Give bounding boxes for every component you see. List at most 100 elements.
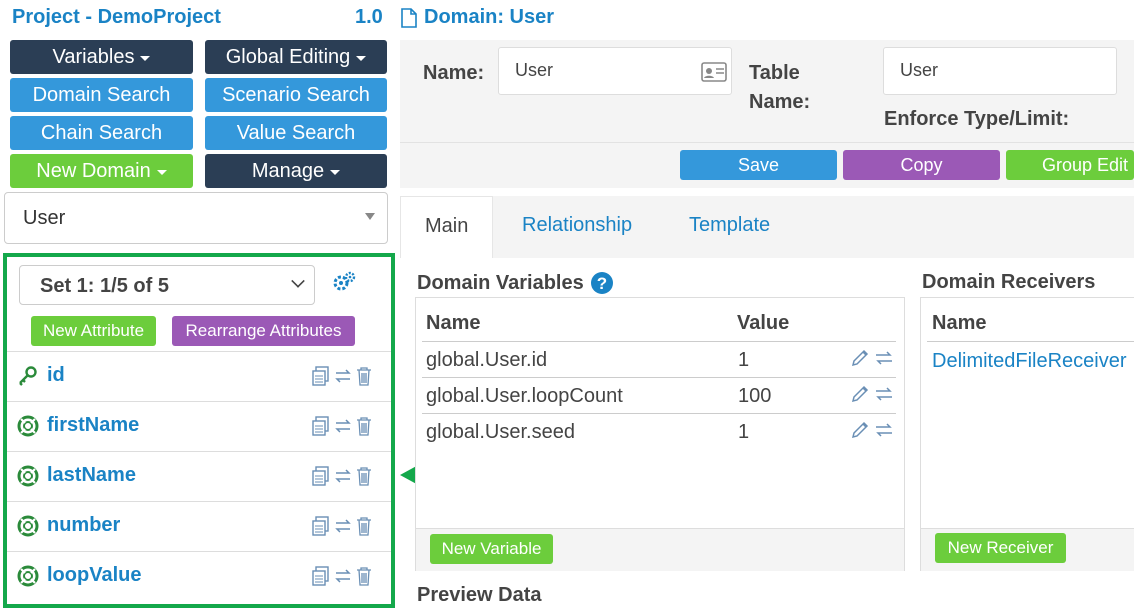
domain-search-button[interactable]: Domain Search: [10, 78, 193, 112]
manage-dropdown-button[interactable]: Manage: [205, 154, 387, 188]
variable-name: global.User.id: [426, 349, 548, 371]
lifebuoy-icon: [17, 465, 39, 487]
col-value-header: Value: [737, 312, 790, 334]
attribute-row-id[interactable]: id: [7, 351, 391, 401]
select-arrow-icon: [365, 213, 375, 220]
caret-down-icon: [356, 56, 367, 61]
pencil-icon[interactable]: [850, 420, 870, 440]
pencil-icon[interactable]: [850, 348, 870, 368]
copy-button[interactable]: Copy: [843, 150, 1000, 180]
attribute-actions: [312, 466, 372, 486]
attribute-name[interactable]: lastName: [47, 464, 136, 487]
swap-icon[interactable]: [334, 366, 352, 386]
attribute-actions: [312, 516, 372, 536]
attribute-name[interactable]: loopValue: [47, 564, 141, 587]
swap-icon[interactable]: [334, 566, 352, 586]
variables-dropdown-button[interactable]: Variables: [10, 40, 193, 74]
preview-data-title: Preview Data: [417, 584, 542, 606]
receiver-divider: [927, 341, 1134, 342]
new-domain-label: New Domain: [36, 159, 151, 182]
attribute-name[interactable]: firstName: [47, 414, 139, 437]
copy-icon[interactable]: [312, 516, 330, 536]
tab-bar: Main Relationship Template: [400, 196, 1134, 258]
swap-icon[interactable]: [334, 416, 352, 436]
tab-template[interactable]: Template: [689, 214, 770, 237]
project-title: Project - DemoProject: [12, 6, 221, 28]
trash-icon[interactable]: [356, 566, 372, 586]
global-editing-dropdown-button[interactable]: Global Editing: [205, 40, 387, 74]
name-label: Name:: [423, 62, 485, 84]
new-receiver-button[interactable]: New Receiver: [935, 533, 1066, 563]
table-row[interactable]: global.User.loopCount 100: [422, 377, 896, 413]
attribute-actions: [312, 416, 372, 436]
id-card-icon[interactable]: [701, 61, 727, 83]
trash-icon[interactable]: [356, 416, 372, 436]
domain-form-panel: Name: User Table Name: User Enforce Type…: [400, 40, 1134, 188]
manage-label: Manage: [251, 159, 325, 182]
swap-icon[interactable]: [334, 466, 352, 486]
attribute-row-number[interactable]: number: [7, 501, 391, 551]
row-actions: [850, 384, 894, 404]
chain-search-button[interactable]: Chain Search: [10, 116, 193, 150]
new-attribute-button[interactable]: New Attribute: [31, 316, 156, 346]
domain-receivers-title: Domain Receivers: [922, 271, 1096, 293]
domain-variables-table: Name Value global.User.id 1 global.User.…: [415, 297, 905, 571]
domain-receivers-table: Name DelimitedFileReceiver New Receiver: [920, 297, 1134, 571]
receiver-col-name-header: Name: [932, 312, 987, 334]
copy-icon[interactable]: [312, 566, 330, 586]
caret-down-icon: [330, 170, 341, 175]
table-name-label: Table Name:: [749, 62, 811, 113]
swap-icon[interactable]: [874, 420, 894, 440]
new-domain-dropdown-button[interactable]: New Domain: [10, 154, 193, 188]
set-select-value: Set 1: 1/5 of 5: [40, 275, 169, 297]
receiver-link[interactable]: DelimitedFileReceiver: [932, 350, 1127, 373]
pencil-icon[interactable]: [850, 384, 870, 404]
name-input[interactable]: User: [498, 47, 732, 95]
copy-icon[interactable]: [312, 366, 330, 386]
variable-name: global.User.loopCount: [426, 385, 623, 407]
value-search-button[interactable]: Value Search: [205, 116, 387, 150]
rearrange-attributes-button[interactable]: Rearrange Attributes: [172, 316, 355, 346]
trash-icon[interactable]: [356, 466, 372, 486]
tab-relationship[interactable]: Relationship: [522, 214, 632, 237]
chevron-down-icon: [291, 274, 305, 288]
gears-icon[interactable]: [332, 271, 356, 298]
domain-select[interactable]: User: [4, 192, 388, 244]
row-actions: [850, 348, 894, 368]
attribute-panel: Set 1: 1/5 of 5 New Attribute Rearrange …: [3, 253, 395, 608]
attribute-actions: [312, 566, 372, 586]
domain-variables-title: Domain Variables: [417, 271, 584, 294]
table-row[interactable]: global.User.id 1: [422, 341, 896, 377]
attribute-row-loopValue[interactable]: loopValue: [7, 551, 391, 601]
copy-icon[interactable]: [312, 416, 330, 436]
tab-main[interactable]: Main: [400, 196, 494, 258]
global-editing-label: Global Editing: [225, 45, 351, 68]
swap-icon[interactable]: [874, 348, 894, 368]
attribute-name[interactable]: number: [47, 514, 120, 537]
save-button[interactable]: Save: [680, 150, 837, 180]
new-variable-button[interactable]: New Variable: [430, 534, 553, 564]
lifebuoy-icon: [17, 565, 39, 587]
copy-icon[interactable]: [312, 466, 330, 486]
variable-name: global.User.seed: [426, 421, 575, 443]
variable-value: 1: [738, 349, 750, 371]
group-edit-button[interactable]: Group Edit: [1006, 150, 1134, 180]
attribute-row-firstName[interactable]: firstName: [7, 401, 391, 451]
domain-title-text: Domain: User: [424, 6, 555, 28]
swap-icon[interactable]: [334, 516, 352, 536]
table-row[interactable]: global.User.seed 1: [422, 413, 896, 449]
attribute-name[interactable]: id: [47, 364, 65, 387]
scenario-search-button[interactable]: Scenario Search: [205, 78, 387, 112]
variable-value: 1: [738, 421, 750, 443]
variables-label: Variables: [52, 45, 135, 68]
attribute-row-lastName[interactable]: lastName: [7, 451, 391, 501]
help-icon[interactable]: ?: [590, 271, 614, 295]
table-name-input[interactable]: User: [883, 47, 1117, 95]
col-name-header: Name: [426, 312, 481, 334]
set-select[interactable]: Set 1: 1/5 of 5: [19, 265, 315, 305]
trash-icon[interactable]: [356, 516, 372, 536]
domain-title: Domain: User: [400, 6, 554, 29]
trash-icon[interactable]: [356, 366, 372, 386]
table-name-input-value: User: [900, 60, 939, 80]
swap-icon[interactable]: [874, 384, 894, 404]
